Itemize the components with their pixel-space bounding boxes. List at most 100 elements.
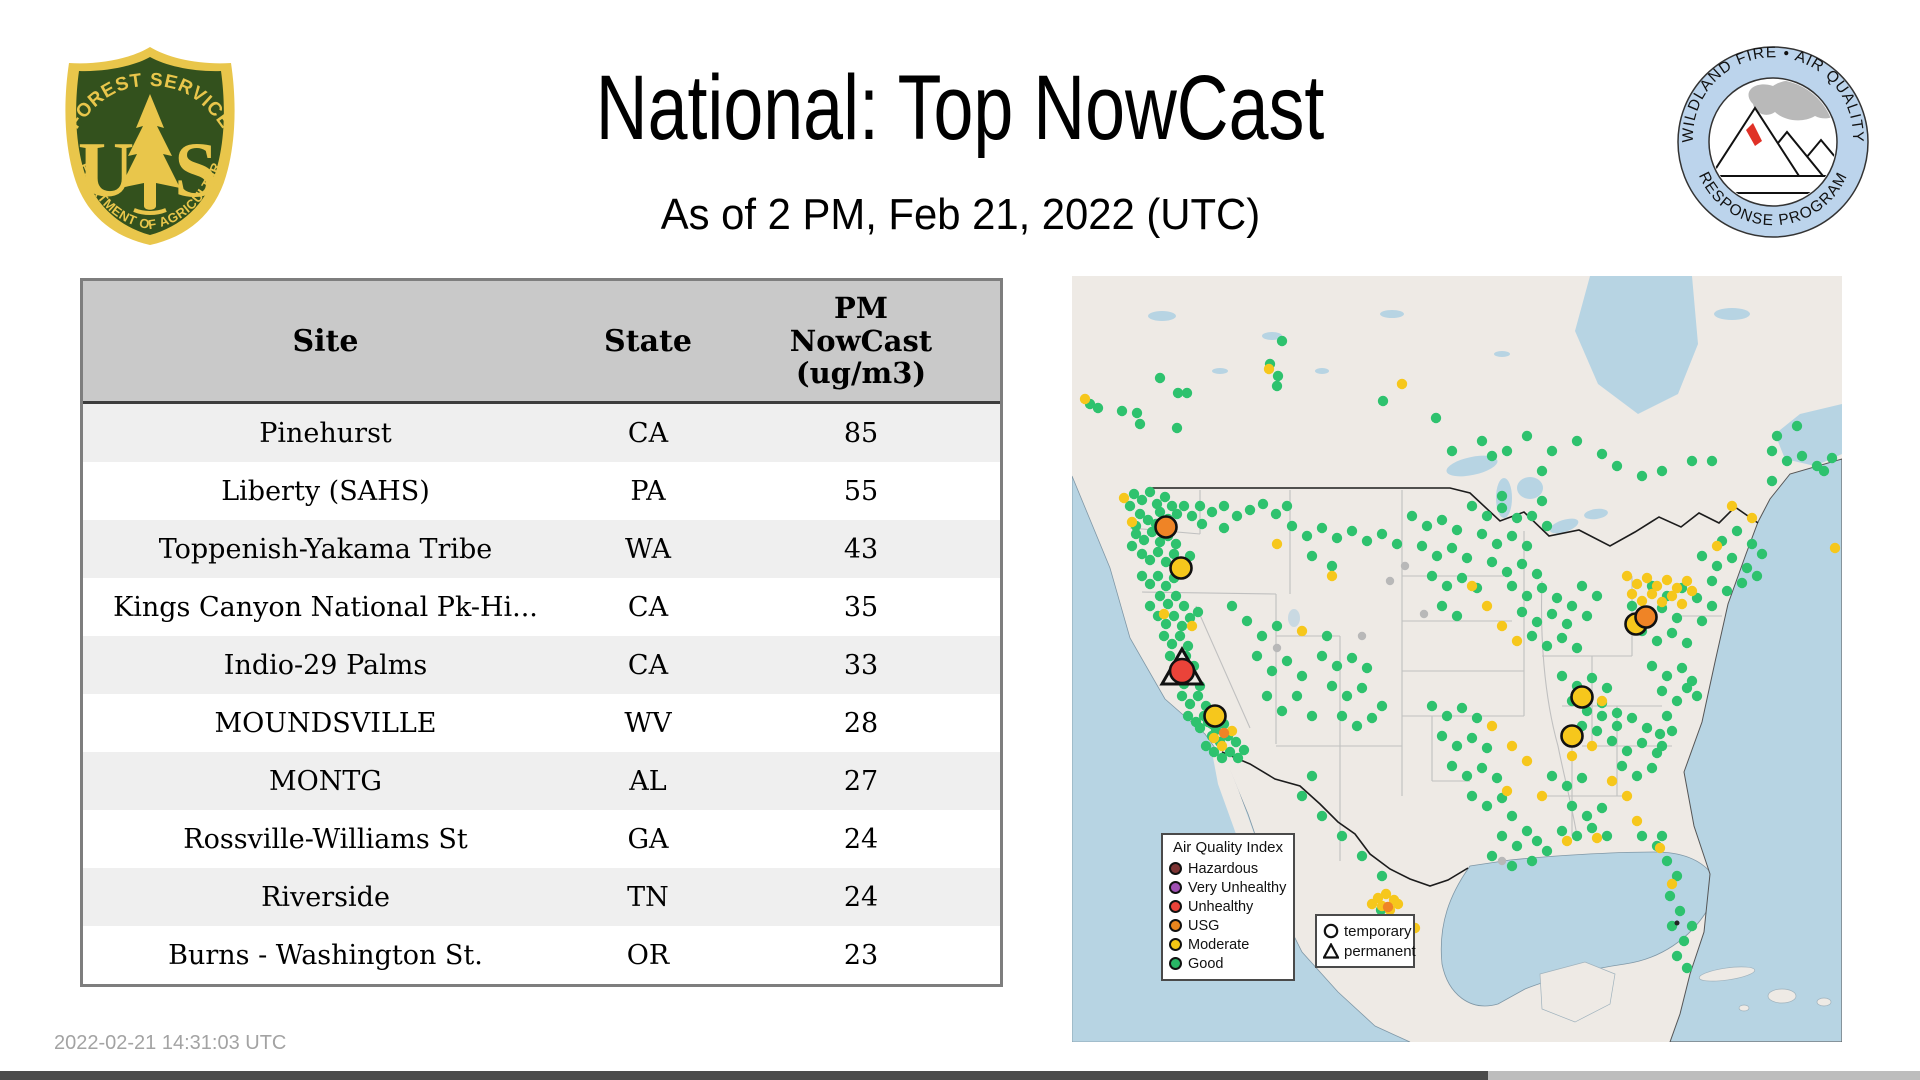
monitor-dot — [1556, 632, 1568, 644]
monitor-dot — [1346, 525, 1358, 537]
col-header-pm-nowcast: PM NowCast (ug/m3) — [789, 291, 933, 391]
monitor-dot — [1686, 585, 1698, 597]
monitor-dot — [1466, 732, 1478, 744]
monitor-dot — [1671, 695, 1683, 707]
generation-timestamp: 2022-02-21 14:31:03 UTC — [54, 1032, 287, 1054]
monitor-dot — [1616, 760, 1628, 772]
monitor-dot — [1586, 822, 1598, 834]
monitor-dot — [1446, 542, 1458, 554]
monitor-dot — [1626, 600, 1638, 612]
site-cell: Rossville-Williams St — [183, 823, 468, 855]
table-row: Indio-29 Palms CA 33 — [83, 636, 1000, 694]
monitor-dot — [1218, 522, 1230, 534]
monitor-dot — [1481, 742, 1493, 754]
table-row: MONTG AL 27 — [83, 752, 1000, 810]
aqi-legend-item: Unhealthy — [1169, 897, 1287, 916]
monitor-dot — [1446, 445, 1458, 457]
monitor-dot — [1546, 608, 1558, 620]
monitor-dot — [1271, 538, 1283, 550]
wfaqrp-logo: WILDLAND FIRE • AIR QUALITY RESPONSE PRO… — [1677, 44, 1869, 238]
monitor-dot — [1654, 728, 1666, 740]
monitor-dot — [1356, 850, 1368, 862]
monitor-dot — [1681, 575, 1693, 587]
monitor-dot — [1596, 710, 1608, 722]
monitor-dot — [1686, 920, 1698, 932]
monitor-dot — [1441, 580, 1453, 592]
monitor-dot — [1756, 548, 1768, 560]
monitor-dot — [1136, 494, 1148, 506]
value-cell: 23 — [843, 939, 879, 971]
monitor-dot — [1481, 510, 1493, 522]
marker-legend-label: temporary — [1344, 922, 1412, 940]
monitor-dot — [1501, 566, 1513, 578]
monitor-dot — [1606, 735, 1618, 747]
monitor-dot — [1194, 500, 1206, 512]
monitor-dot — [1430, 412, 1442, 424]
table-row: Kings Canyon National Pk-Hi... CA 35 — [83, 578, 1000, 636]
monitor-dot — [1641, 572, 1653, 584]
monitor-dot — [1431, 550, 1443, 562]
monitor-dot — [1486, 450, 1498, 462]
monitor-dot — [1606, 775, 1618, 787]
monitor-dot — [1506, 530, 1518, 542]
bottom-bar-dark — [0, 1071, 1488, 1080]
aqi-color-dot-icon — [1169, 919, 1182, 932]
monitor-dot — [1186, 510, 1198, 522]
monitor-dot — [1501, 445, 1513, 457]
site-cell: Riverside — [261, 881, 390, 913]
monitor-dot — [1546, 770, 1558, 782]
monitor-dot — [1601, 682, 1613, 694]
monitor-dot — [1556, 670, 1568, 682]
monitor-dot — [1486, 556, 1498, 568]
monitor-dot — [1511, 840, 1523, 852]
monitor-dot — [1526, 630, 1538, 642]
monitor-dot — [1566, 800, 1578, 812]
monitor-dot — [1257, 498, 1269, 510]
monitor-dot — [1208, 732, 1220, 744]
monitor-dot — [1631, 770, 1643, 782]
monitor-dot — [1144, 578, 1156, 590]
monitor-dot — [1281, 500, 1293, 512]
monitor-dot — [1154, 590, 1166, 602]
monitor-dot — [1171, 508, 1183, 520]
monitor-dot — [1186, 620, 1198, 632]
monitor-dot — [1481, 800, 1493, 812]
monitor-dot — [1316, 650, 1328, 662]
monitor-dot — [1656, 740, 1668, 752]
monitor-dot — [1591, 832, 1603, 844]
monitor-dot — [1626, 588, 1638, 600]
value-cell: 27 — [843, 765, 879, 797]
monitor-dot — [1366, 712, 1378, 724]
monitor-dot — [1092, 402, 1104, 414]
monitor-dot — [1382, 901, 1394, 913]
monitor-dot — [1721, 585, 1733, 597]
monitor-dot — [1159, 491, 1171, 503]
monitor-dot — [1154, 372, 1166, 384]
monitor-dot — [1406, 510, 1418, 522]
table-row: Pinehurst CA 85 — [83, 404, 1000, 462]
monitor-dot — [1706, 600, 1718, 612]
aqi-legend-label: Hazardous — [1188, 860, 1259, 877]
monitor-dot — [1446, 760, 1458, 772]
monitor-dot — [1651, 635, 1663, 647]
monitor-dot — [1144, 600, 1156, 612]
monitor-dot — [1231, 510, 1243, 522]
monitor-dot — [1696, 615, 1708, 627]
value-cell: 24 — [843, 881, 879, 913]
monitor-dot — [1456, 702, 1468, 714]
monitor-dot — [1451, 610, 1463, 622]
monitor-dot — [1581, 610, 1593, 622]
aqi-color-dot-icon — [1169, 881, 1182, 894]
monitor-dot — [1316, 522, 1328, 534]
monitor-dot — [1171, 422, 1183, 434]
site-cell: MOUNDSVILLE — [214, 707, 437, 739]
value-cell: 85 — [843, 417, 879, 449]
monitor-dot — [1301, 530, 1313, 542]
monitor-dot — [1621, 745, 1633, 757]
monitor-dot — [1611, 707, 1623, 719]
state-cell: GA — [627, 823, 669, 855]
monitor-dot — [1136, 570, 1148, 582]
monitor-dot — [1079, 393, 1091, 405]
monitor-dot — [1666, 725, 1678, 737]
page-title: National: Top NowCast — [595, 57, 1325, 159]
